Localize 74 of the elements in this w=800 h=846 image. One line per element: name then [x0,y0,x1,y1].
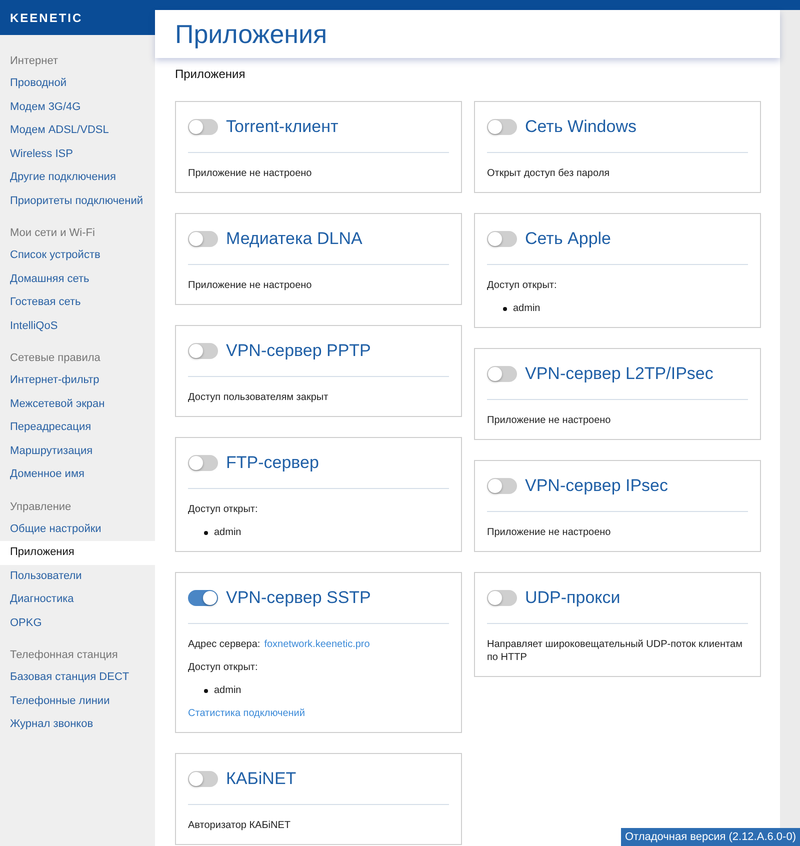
sidebar-item[interactable]: Доменное имя [0,463,155,486]
card-text: Приложение не настроено [188,279,313,292]
bullet-icon [204,688,208,692]
sidebar-item[interactable]: Переадресация [0,416,155,440]
sidebar-item[interactable]: Межсетевой экран [0,392,155,416]
app-title: FTP-сервер [226,453,319,473]
toggle-switch[interactable] [188,231,218,247]
app-title: КАБiNET [226,769,296,789]
sidebar-item[interactable]: OPKG [0,612,155,635]
bullet-icon [204,530,208,534]
page-title: Приложения [175,18,328,50]
app-title: VPN-сервер L2TP/IPsec [525,364,714,384]
server-address-link[interactable]: foxnetwork.keenetic.pro [264,638,370,651]
sidebar-item[interactable]: Гостевая сеть [0,291,155,314]
section-title: Приложения [174,66,246,83]
user-name: admin [214,684,242,697]
toggle-switch[interactable] [487,590,517,606]
sidebar-heading: Управление [9,500,72,514]
address-label: Адрес сервера: [188,638,260,651]
card-text: Авторизатор КАБiNET [188,819,292,832]
card-text: Доступ пользователям закрыт [188,391,330,404]
toggle-switch[interactable] [188,771,218,787]
app-title: Медиатека DLNA [226,229,362,249]
toggle-switch[interactable] [487,478,517,494]
sidebar-item[interactable]: Базовая станция DECT [0,666,155,690]
sidebar-item[interactable]: Проводной [0,72,155,96]
sidebar-item[interactable]: Диагностика [0,588,155,612]
sidebar-heading: Сетевые правила [9,351,102,366]
app-title: UDP-прокси [525,588,620,608]
app-title: Torrent-клиент [226,117,338,137]
card-text: Приложение не настроено [188,167,313,180]
sidebar-item[interactable]: Общие настройки [0,518,155,541]
sidebar-item[interactable]: Приложения [0,541,155,564]
bullet-icon [503,306,507,310]
card-text: Открыт доступ без пароля [487,167,611,180]
sidebar-heading: Интернет [9,54,59,69]
app-title: Сеть Apple [525,229,612,249]
app-title: VPN-сервер SSTP [226,588,371,608]
sidebar-heading: Телефонная станция [9,648,119,663]
sidebar-item[interactable]: Пользователи [0,564,155,588]
toggle-switch[interactable] [487,366,517,382]
app-title: VPN-сервер IPsec [525,476,668,496]
user-name: admin [513,302,540,315]
user-name: admin [214,526,242,539]
toggle-switch[interactable] [188,455,218,471]
sidebar-item[interactable]: Wireless ISP [0,142,155,166]
toggle-switch[interactable] [487,119,517,135]
toggle-switch[interactable] [188,343,218,359]
version-badge: Отладочная версия (2.12.A.6.0-0) [621,828,800,846]
card-text: Доступ открыт: [487,279,558,292]
sidebar-item[interactable]: IntelliQoS [0,314,155,338]
sidebar-item[interactable]: Журнал звонков [0,713,155,736]
sidebar-item[interactable]: Модем 3G/4G [0,96,155,119]
sidebar-item[interactable]: Телефонные линии [0,690,155,713]
card-text: Доступ открыт: [188,503,259,516]
sidebar-item[interactable]: Интернет-фильтр [0,369,155,392]
sidebar-item[interactable]: Домашняя сеть [0,268,155,291]
app-title: Сеть Windows [525,117,636,137]
card-text: Приложение не настроено [487,414,612,427]
statistics-link[interactable]: Статистика подключений [188,708,305,719]
toggle-switch[interactable] [487,231,517,247]
toggle-switch[interactable] [188,119,218,135]
logo: KEENETIC [10,10,83,24]
sidebar-heading: Мои сети и Wi-Fi [9,226,96,241]
card-text: Доступ открыт: [188,661,259,674]
sidebar-item[interactable]: Другие подключения [0,166,155,190]
card-text: Направляет широковещательный UDP-поток клиентам по HTTP [487,638,744,664]
sidebar-item[interactable]: Маршрутизация [0,440,155,463]
toggle-switch[interactable] [188,590,218,606]
card-text: Приложение не настроено [487,526,612,539]
sidebar-item[interactable]: Список устройств [0,244,155,268]
app-title: VPN-сервер PPTP [226,341,371,361]
sidebar-item[interactable]: Модем ADSL/VDSL [0,119,155,142]
sidebar-item[interactable]: Приоритеты подключений [0,190,155,213]
